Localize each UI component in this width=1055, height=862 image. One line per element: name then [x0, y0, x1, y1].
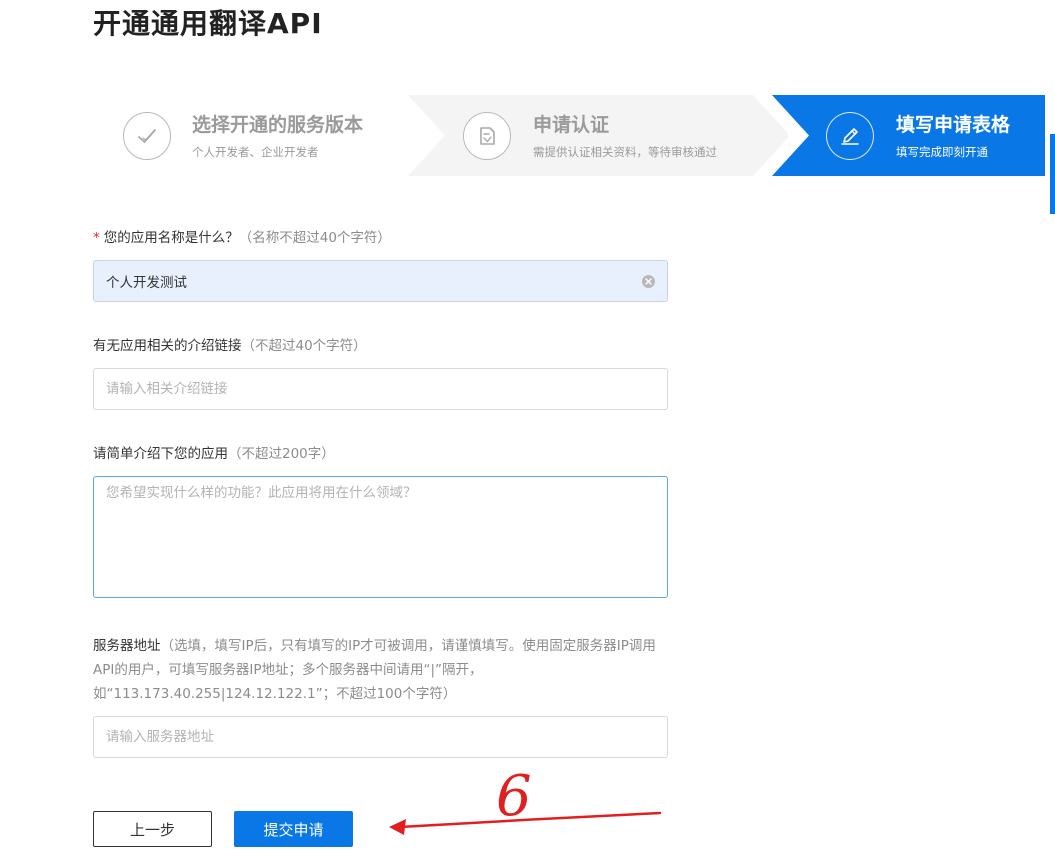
clear-icon[interactable]	[642, 275, 655, 288]
server-address-input[interactable]	[94, 717, 667, 757]
label-hint: （选填，填写IP后，只有填写的IP才可被调用，请谨慎填写。使用固定服务器IP调用…	[93, 638, 656, 702]
label-hint: （不超过40个字符）	[241, 338, 367, 354]
server-address-label: 服务器地址（选填，填写IP后，只有填写的IP才可被调用，请谨慎填写。使用固定服务…	[93, 634, 673, 706]
label-hint: （名称不超过40个字符）	[238, 230, 391, 246]
page-title: 开通通用翻译API	[93, 7, 323, 40]
step-desc: 填写完成即刻开通	[896, 145, 988, 159]
label-text: 服务器地址	[93, 638, 161, 654]
pencil-icon	[826, 112, 874, 160]
step-desc: 需提供认证相关资料，等待审核通过	[533, 145, 717, 159]
label-text: 请简单介绍下您的应用	[93, 446, 228, 462]
step-progress-bar: 选择开通的服务版本 个人开发者、企业开发者 申请认证 需提供认证相关资料，等待审…	[93, 95, 1045, 176]
app-name-input[interactable]	[94, 261, 667, 301]
label-text: 有无应用相关的介绍链接	[93, 338, 242, 354]
step-title: 申请认证	[533, 114, 610, 136]
app-name-label: * 您的应用名称是什么？（名称不超过40个字符）	[93, 229, 391, 247]
description-textarea[interactable]	[94, 477, 667, 597]
prev-step-button[interactable]: 上一步	[93, 811, 212, 847]
annotation-number: 6	[496, 764, 532, 829]
app-name-field[interactable]	[93, 260, 668, 302]
server-address-field[interactable]	[93, 716, 668, 758]
scroll-indicator[interactable]	[1050, 134, 1055, 214]
intro-link-field[interactable]	[93, 368, 668, 410]
step-title: 选择开通的服务版本	[192, 114, 364, 136]
required-mark: *	[93, 230, 100, 246]
document-edit-icon	[463, 112, 511, 160]
description-label: 请简单介绍下您的应用（不超过200字）	[93, 445, 335, 463]
step-select-version: 选择开通的服务版本 个人开发者、企业开发者	[93, 95, 448, 176]
annotation-arrow-head	[389, 819, 406, 835]
intro-link-label: 有无应用相关的介绍链接（不超过40个字符）	[93, 337, 367, 355]
step-title: 填写申请表格	[896, 114, 1011, 136]
annotation-arrow-line	[398, 811, 662, 829]
intro-link-input[interactable]	[94, 369, 667, 409]
step-apply-certification: 申请认证 需提供认证相关资料，等待审核通过	[408, 95, 788, 176]
step-desc: 个人开发者、企业开发者	[192, 145, 319, 159]
step-fill-form: 填写申请表格 填写完成即刻开通	[772, 95, 1045, 176]
description-field[interactable]	[93, 476, 668, 598]
label-hint: （不超过200字）	[228, 446, 335, 462]
check-icon	[123, 112, 171, 160]
label-text: 您的应用名称是什么？	[103, 230, 239, 246]
submit-application-button[interactable]: 提交申请	[234, 811, 353, 847]
